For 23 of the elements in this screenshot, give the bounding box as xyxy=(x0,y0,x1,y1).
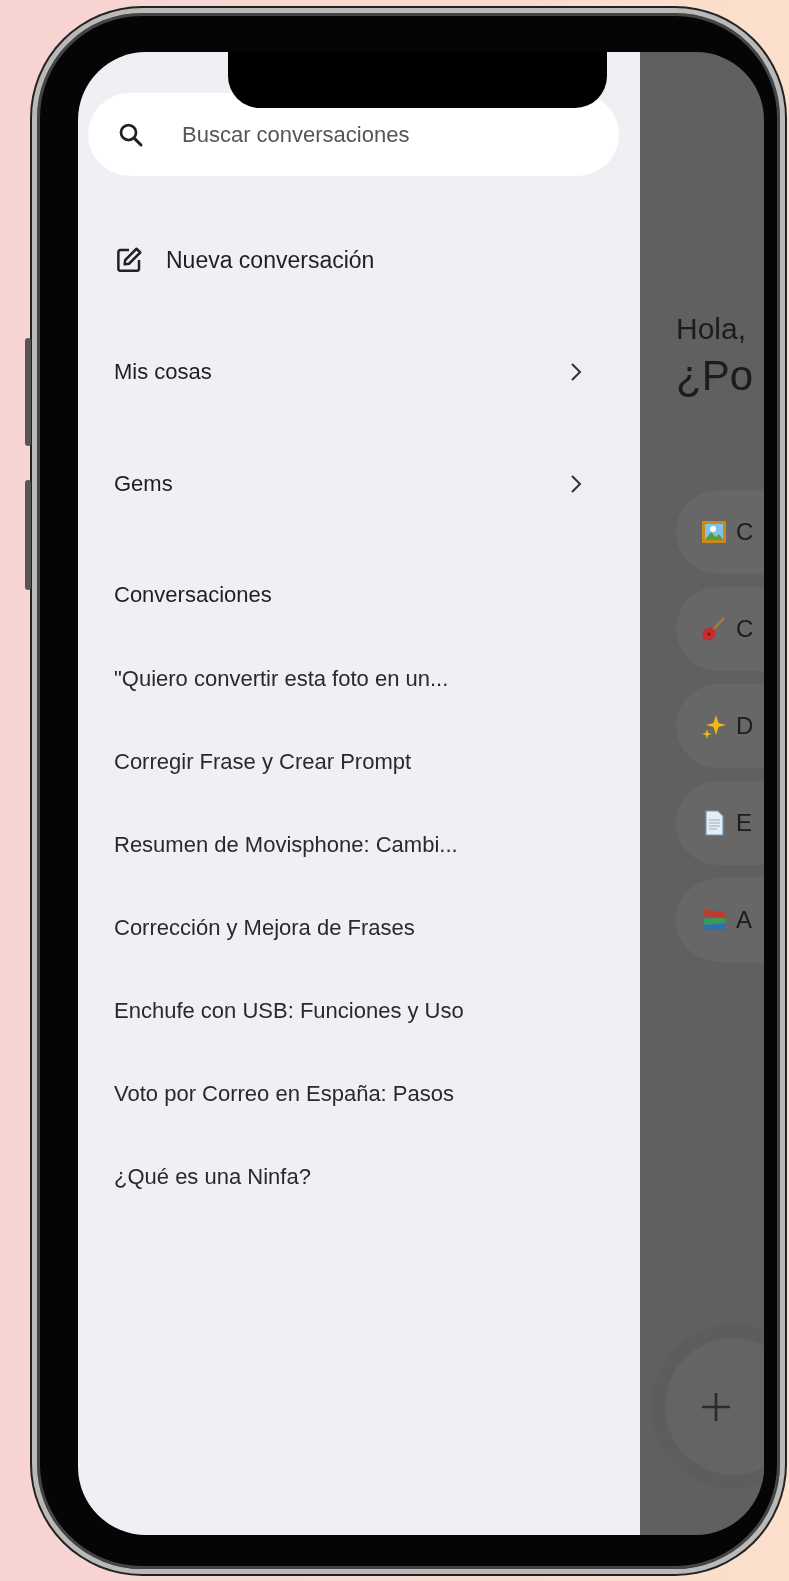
greeting-text: Hola, xyxy=(676,312,747,346)
conversation-item[interactable]: Resumen de Movisphone: Cambi... xyxy=(114,831,458,858)
guitar-icon xyxy=(700,615,728,643)
menu-item[interactable]: Mis cosas xyxy=(88,316,640,428)
conversation-item[interactable]: "Quiero convertir esta foto en un... xyxy=(114,665,449,692)
headline-text: ¿Po xyxy=(676,352,754,400)
menu-item[interactable]: Gems xyxy=(88,428,640,540)
plus-icon xyxy=(699,1390,732,1423)
search-input[interactable]: Buscar conversaciones xyxy=(180,120,584,149)
conversation-item[interactable]: Enchufe con USB: Funciones y Uso xyxy=(114,997,464,1024)
chevron-right-icon xyxy=(568,473,584,495)
new-chat-label: Nueva conversación xyxy=(166,246,375,274)
conversation-item[interactable]: Corregir Frase y Crear Prompt xyxy=(114,748,412,775)
picture-frame-icon xyxy=(700,518,728,546)
conversation-item[interactable]: Voto por Correo en España: Pasos xyxy=(114,1080,454,1107)
conversation-item[interactable]: Corrección y Mejora de Frases xyxy=(114,914,415,941)
new-chat-button[interactable]: Nueva conversación xyxy=(114,218,375,302)
edit-icon xyxy=(114,245,144,275)
chevron-right-icon xyxy=(568,361,584,383)
menu-item-label: Gems xyxy=(114,471,173,497)
menu-item-label: Mis cosas xyxy=(114,359,212,385)
section-title: Conversaciones xyxy=(114,582,272,608)
conversation-item[interactable]: ¿Qué es una Ninfa? xyxy=(114,1163,311,1190)
